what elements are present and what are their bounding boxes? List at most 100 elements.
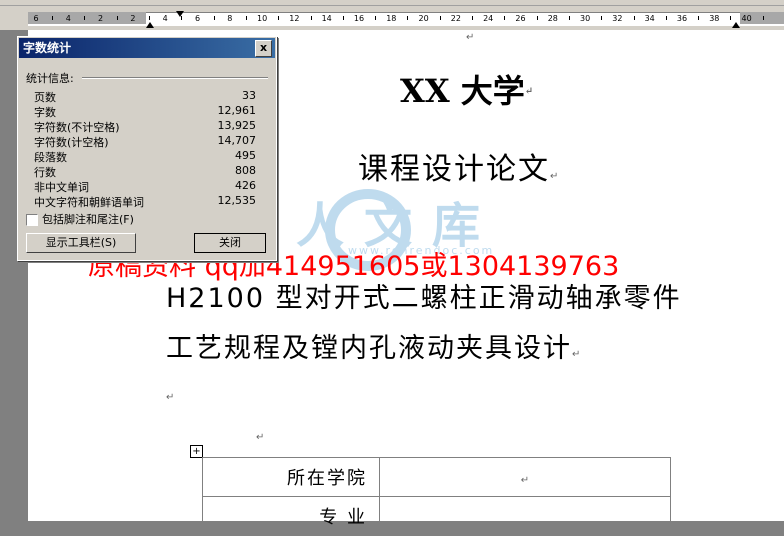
stat-label: 页数 <box>34 91 56 104</box>
project-title-line-1: H2100 型对开式二螺柱正滑动轴承零件 <box>166 276 682 315</box>
ruler-tick-label: 16 <box>353 14 365 23</box>
table-cell-value[interactable] <box>379 496 671 536</box>
stat-label: 字数 <box>34 106 56 119</box>
horizontal-ruler[interactable]: 6 4 2 2 4 6 8 10 12 14 16 18 20 22 24 26 28 30 32 34 36 38 40 <box>0 6 784 30</box>
ruler-tick-mark <box>472 16 474 20</box>
close-button[interactable]: 关闭 <box>194 233 266 253</box>
ruler-tick-label: 26 <box>515 14 526 23</box>
stat-label: 非中文单词 <box>34 181 89 194</box>
ruler-tick-label: 2 <box>130 14 136 23</box>
right-indent-marker[interactable] <box>732 22 740 28</box>
footnote-checkbox-row[interactable]: 包括脚注和尾注(F) <box>26 211 134 227</box>
table-row: 专 业 <box>202 496 671 536</box>
word-count-dialog: 字数统计 x 统计信息: 页数 33 字数 12,961 字符数(不计空格) 1… <box>17 36 277 261</box>
ruler-tick-label: 10 <box>257 14 268 23</box>
hanging-indent-marker[interactable] <box>146 22 154 28</box>
stat-row: 字数 12,961 <box>34 104 256 119</box>
stat-value: 13,925 <box>217 119 257 132</box>
dialog-title: 字数统计 <box>23 41 72 55</box>
ruler-tick-label: 4 <box>65 14 71 23</box>
ruler-tick-mark <box>375 16 377 20</box>
ruler-tick-label: 14 <box>321 14 332 23</box>
course-paper-title-text: 课程设计论文 <box>358 152 550 187</box>
stat-value: 14,707 <box>217 134 257 147</box>
table-cell-label[interactable]: 所在学院 <box>202 457 380 497</box>
ruler-tick-label: 28 <box>547 14 558 23</box>
ruler-tick-mark <box>536 16 538 20</box>
stat-row: 字符数(计空格) 14,707 <box>34 134 256 149</box>
ruler-tick-label: 24 <box>483 14 494 23</box>
stat-row: 字符数(不计空格) 13,925 <box>34 119 256 134</box>
ruler-tick-label: 18 <box>386 14 397 23</box>
ruler-tick-label: 40 <box>741 14 752 23</box>
project-title-line-2: 工艺规程及镗内孔液动夹具设计↵ <box>166 326 582 365</box>
ruler-tick-label: 4 <box>162 14 168 23</box>
paragraph-mark: ↵ <box>572 349 583 360</box>
project-title-line-2-text: 工艺规程及镗内孔液动夹具设计 <box>166 333 572 364</box>
ruler-tick-label: 8 <box>227 14 233 23</box>
paragraph-mark: ↵ <box>520 474 530 486</box>
stat-value: 12,535 <box>217 194 257 207</box>
ruler-tick-label: 20 <box>418 14 429 23</box>
ruler-margin-left <box>28 12 146 24</box>
first-line-indent-marker[interactable] <box>176 11 184 17</box>
stat-row: 页数 33 <box>34 89 256 104</box>
stats-divider <box>82 77 268 79</box>
ruler-tick-mark <box>601 16 603 20</box>
ruler-tick-mark <box>342 16 344 20</box>
ruler-tick-mark <box>665 16 667 20</box>
university-title-text: XX 大学 <box>400 72 525 110</box>
stat-label: 中文字符和朝鲜语单词 <box>34 196 144 209</box>
stat-row: 段落数 495 <box>34 149 256 164</box>
table-cell-value[interactable]: ↵ <box>379 457 671 497</box>
stat-row: 中文字符和朝鲜语单词 12,535 <box>34 194 256 209</box>
ruler-tick-mark <box>698 16 700 20</box>
ruler-tick-mark <box>407 16 409 20</box>
dialog-close-button[interactable]: x <box>255 40 272 57</box>
stat-label: 字符数(不计空格) <box>34 121 120 134</box>
stat-label: 字符数(计空格) <box>34 136 109 149</box>
dialog-titlebar[interactable]: 字数统计 x <box>19 38 275 58</box>
ruler-tick-label: 32 <box>612 14 623 23</box>
ruler-tick-mark <box>245 16 247 20</box>
table-cell-label[interactable]: 专 业 <box>202 496 380 536</box>
ruler-tick-label: 12 <box>289 14 300 23</box>
footnote-checkbox-label: 包括脚注和尾注(F) <box>42 213 134 226</box>
info-table: 所在学院 ↵ 专 业 <box>202 457 671 536</box>
paragraph-mark: ↵ <box>550 171 561 182</box>
ruler-tick-mark <box>439 16 441 20</box>
table-row: 所在学院 ↵ <box>202 457 671 497</box>
stat-value: 808 <box>235 164 256 177</box>
ruler-tick-label: 6 <box>194 14 201 23</box>
ruler-tick-mark <box>149 16 151 20</box>
ruler-tick-mark <box>730 16 732 20</box>
stat-value: 426 <box>235 179 256 192</box>
paragraph-mark: ↵ <box>524 86 534 97</box>
stat-row: 非中文单词 426 <box>34 179 256 194</box>
course-paper-title: 课程设计论文↵ <box>358 144 560 188</box>
stat-row: 行数 808 <box>34 164 256 179</box>
stats-caption: 统计信息: <box>26 72 74 85</box>
close-icon: x <box>259 41 268 54</box>
ruler-tick-mark <box>568 16 570 20</box>
ruler-tick-mark <box>278 16 280 20</box>
stat-value: 495 <box>235 149 256 162</box>
ruler-tick-label: 30 <box>580 14 591 23</box>
ruler-tick-label: 22 <box>450 14 461 23</box>
ruler-tick-label: 6 <box>33 14 39 23</box>
ruler-tick-mark <box>116 16 118 20</box>
project-title-line-1-text: H2100 型对开式二螺柱正滑动轴承零件 <box>166 283 682 314</box>
footnote-checkbox[interactable] <box>26 214 38 226</box>
stat-label: 段落数 <box>34 151 67 164</box>
ruler-tick-mark <box>504 16 506 20</box>
stat-value: 12,961 <box>217 104 257 117</box>
show-toolbar-button[interactable]: 显示工具栏(S) <box>26 233 136 253</box>
ruler-tick-mark <box>762 16 764 20</box>
paragraph-mark: ↵ <box>466 32 475 43</box>
ruler-tick-label: 2 <box>98 14 104 23</box>
ruler-tick-mark <box>310 16 312 20</box>
ruler-tick-label: 34 <box>644 14 655 23</box>
ruler-tick-mark <box>633 16 635 20</box>
paragraph-mark: ↵ <box>166 392 175 403</box>
ruler-tick-mark <box>52 16 54 20</box>
